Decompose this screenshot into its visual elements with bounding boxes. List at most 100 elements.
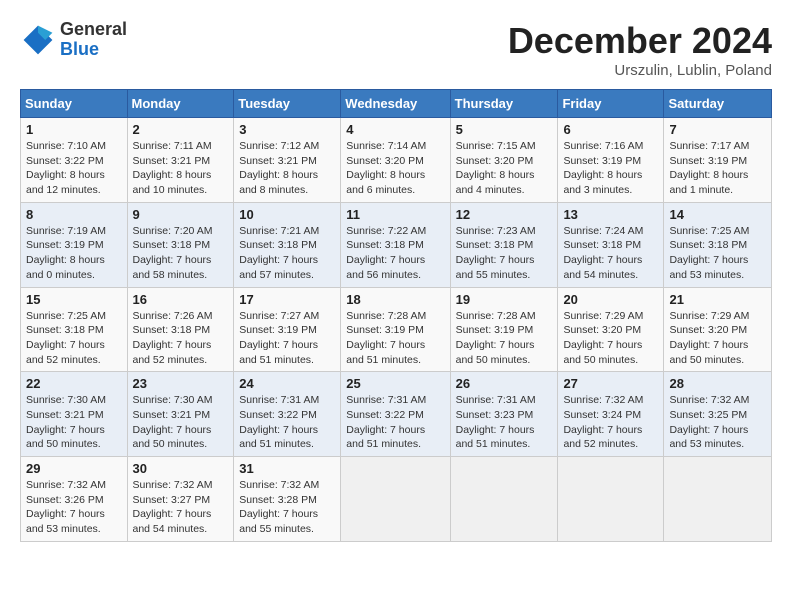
calendar-cell: 8 Sunrise: 7:19 AMSunset: 3:19 PMDaylight… [21,202,128,287]
calendar-cell: 28 Sunrise: 7:32 AMSunset: 3:25 PMDayligh… [664,372,772,457]
location: Urszulin, Lublin, Poland [508,62,772,79]
day-number: 12 [456,207,553,222]
day-info: Sunrise: 7:31 AMSunset: 3:23 PMDaylight:… [456,393,553,452]
day-number: 2 [133,122,229,137]
calendar-cell: 16Sunrise: 7:26 AMSunset: 3:18 PMDayligh… [127,287,234,372]
day-number: 31 [239,461,335,476]
weekday-header-sunday: Sunday [21,90,128,118]
calendar-table: SundayMondayTuesdayWednesdayThursdayFrid… [20,89,772,542]
day-number: 9 [133,207,229,222]
day-number: 25 [346,376,444,391]
day-number: 8 [26,207,122,222]
day-number: 15 [26,292,122,307]
day-info: Sunrise: 7:16 AMSunset: 3:19 PMDaylight:… [563,139,658,198]
calendar-week-row: 1Sunrise: 7:10 AMSunset: 3:22 PMDaylight… [21,118,772,203]
weekday-header-monday: Monday [127,90,234,118]
calendar-cell: 31 Sunrise: 7:32 AMSunset: 3:28 PMDayligh… [234,457,341,542]
day-info: Sunrise: 7:14 AMSunset: 3:20 PMDaylight:… [346,139,444,198]
weekday-header-friday: Friday [558,90,664,118]
day-number: 22 [26,376,122,391]
day-number: 3 [239,122,335,137]
day-info: Sunrise: 7:32 AMSunset: 3:27 PMDaylight:… [133,478,229,537]
day-info: Sunrise: 7:29 AMSunset: 3:20 PMDaylight:… [669,309,766,368]
calendar-cell: 6 Sunrise: 7:16 AMSunset: 3:19 PMDaylight… [558,118,664,203]
calendar-cell: 18 Sunrise: 7:28 AMSunset: 3:19 PMDayligh… [341,287,450,372]
calendar-cell: 1Sunrise: 7:10 AMSunset: 3:22 PMDaylight… [21,118,128,203]
calendar-week-row: 8 Sunrise: 7:19 AMSunset: 3:19 PMDaylight… [21,202,772,287]
day-info: Sunrise: 7:23 AMSunset: 3:18 PMDaylight:… [456,224,553,283]
day-info: Sunrise: 7:30 AMSunset: 3:21 PMDaylight:… [133,393,229,452]
day-info: Sunrise: 7:24 AMSunset: 3:18 PMDaylight:… [563,224,658,283]
day-info: Sunrise: 7:31 AMSunset: 3:22 PMDaylight:… [346,393,444,452]
calendar-cell: 4 Sunrise: 7:14 AMSunset: 3:20 PMDaylight… [341,118,450,203]
calendar-cell [558,457,664,542]
weekday-header-thursday: Thursday [450,90,558,118]
logo-blue-text: Blue [60,40,127,60]
calendar-cell: 3 Sunrise: 7:12 AMSunset: 3:21 PMDaylight… [234,118,341,203]
day-info: Sunrise: 7:29 AMSunset: 3:20 PMDaylight:… [563,309,658,368]
page-header: General Blue December 2024 Urszulin, Lub… [20,20,772,79]
day-info: Sunrise: 7:32 AMSunset: 3:26 PMDaylight:… [26,478,122,537]
weekday-header-saturday: Saturday [664,90,772,118]
day-info: Sunrise: 7:11 AMSunset: 3:21 PMDaylight:… [133,139,229,198]
day-info: Sunrise: 7:12 AMSunset: 3:21 PMDaylight:… [239,139,335,198]
logo-general-text: General [60,20,127,40]
day-number: 13 [563,207,658,222]
calendar-cell: 10 Sunrise: 7:21 AMSunset: 3:18 PMDayligh… [234,202,341,287]
day-info: Sunrise: 7:17 AMSunset: 3:19 PMDaylight:… [669,139,766,198]
day-info: Sunrise: 7:22 AMSunset: 3:18 PMDaylight:… [346,224,444,283]
day-info: Sunrise: 7:21 AMSunset: 3:18 PMDaylight:… [239,224,335,283]
calendar-cell: 26Sunrise: 7:31 AMSunset: 3:23 PMDayligh… [450,372,558,457]
day-number: 7 [669,122,766,137]
day-number: 29 [26,461,122,476]
logo-icon [20,22,56,58]
calendar-cell: 14Sunrise: 7:25 AMSunset: 3:18 PMDayligh… [664,202,772,287]
calendar-cell: 12 Sunrise: 7:23 AMSunset: 3:18 PMDayligh… [450,202,558,287]
day-info: Sunrise: 7:32 AMSunset: 3:25 PMDaylight:… [669,393,766,452]
calendar-cell: 24Sunrise: 7:31 AMSunset: 3:22 PMDayligh… [234,372,341,457]
month-title: December 2024 [508,20,772,62]
day-info: Sunrise: 7:19 AMSunset: 3:19 PMDaylight:… [26,224,122,283]
calendar-cell: 21 Sunrise: 7:29 AMSunset: 3:20 PMDayligh… [664,287,772,372]
day-number: 17 [239,292,335,307]
calendar-cell: 2 Sunrise: 7:11 AMSunset: 3:21 PMDaylight… [127,118,234,203]
day-number: 27 [563,376,658,391]
calendar-week-row: 29 Sunrise: 7:32 AMSunset: 3:26 PMDayligh… [21,457,772,542]
day-number: 5 [456,122,553,137]
calendar-cell: 11 Sunrise: 7:22 AMSunset: 3:18 PMDayligh… [341,202,450,287]
day-info: Sunrise: 7:32 AMSunset: 3:28 PMDaylight:… [239,478,335,537]
day-info: Sunrise: 7:31 AMSunset: 3:22 PMDaylight:… [239,393,335,452]
day-number: 11 [346,207,444,222]
day-info: Sunrise: 7:27 AMSunset: 3:19 PMDaylight:… [239,309,335,368]
weekday-header-tuesday: Tuesday [234,90,341,118]
weekday-header-wednesday: Wednesday [341,90,450,118]
calendar-cell: 25 Sunrise: 7:31 AMSunset: 3:22 PMDayligh… [341,372,450,457]
day-number: 28 [669,376,766,391]
day-info: Sunrise: 7:32 AMSunset: 3:24 PMDaylight:… [563,393,658,452]
calendar-cell: 13 Sunrise: 7:24 AMSunset: 3:18 PMDayligh… [558,202,664,287]
calendar-cell: 30Sunrise: 7:32 AMSunset: 3:27 PMDayligh… [127,457,234,542]
day-number: 23 [133,376,229,391]
calendar-cell: 19Sunrise: 7:28 AMSunset: 3:19 PMDayligh… [450,287,558,372]
calendar-week-row: 15Sunrise: 7:25 AMSunset: 3:18 PMDayligh… [21,287,772,372]
day-number: 18 [346,292,444,307]
day-number: 20 [563,292,658,307]
day-info: Sunrise: 7:25 AMSunset: 3:18 PMDaylight:… [669,224,766,283]
calendar-cell: 15Sunrise: 7:25 AMSunset: 3:18 PMDayligh… [21,287,128,372]
day-info: Sunrise: 7:10 AMSunset: 3:22 PMDaylight:… [26,139,122,198]
day-info: Sunrise: 7:30 AMSunset: 3:21 PMDaylight:… [26,393,122,452]
calendar-cell [664,457,772,542]
day-number: 16 [133,292,229,307]
day-number: 19 [456,292,553,307]
day-number: 6 [563,122,658,137]
calendar-cell [341,457,450,542]
calendar-cell: 9Sunrise: 7:20 AMSunset: 3:18 PMDaylight… [127,202,234,287]
calendar-cell: 23 Sunrise: 7:30 AMSunset: 3:21 PMDayligh… [127,372,234,457]
weekday-header-row: SundayMondayTuesdayWednesdayThursdayFrid… [21,90,772,118]
calendar-cell: 7 Sunrise: 7:17 AMSunset: 3:19 PMDaylight… [664,118,772,203]
day-number: 10 [239,207,335,222]
day-number: 4 [346,122,444,137]
day-number: 21 [669,292,766,307]
day-info: Sunrise: 7:28 AMSunset: 3:19 PMDaylight:… [346,309,444,368]
calendar-cell: 29 Sunrise: 7:32 AMSunset: 3:26 PMDayligh… [21,457,128,542]
